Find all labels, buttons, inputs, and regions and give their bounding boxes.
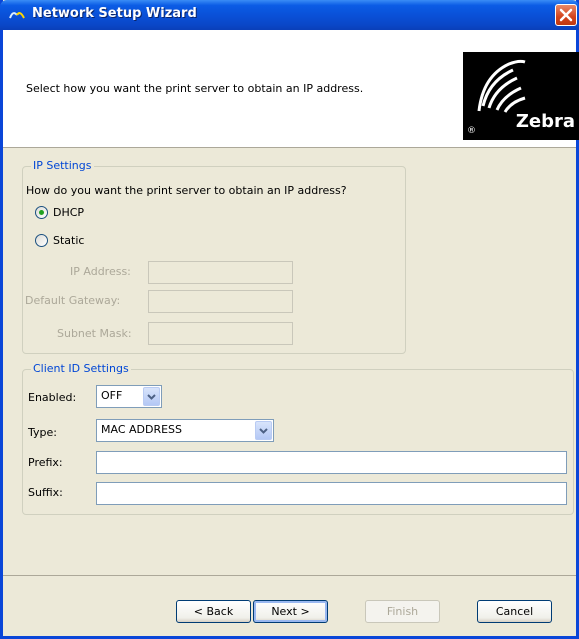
type-value: MAC ADDRESS — [101, 423, 183, 436]
cancel-button[interactable]: Cancel — [477, 600, 552, 623]
registered-mark: ® — [467, 126, 476, 136]
network-icon — [9, 12, 25, 19]
gateway-label: Default Gateway: — [25, 294, 121, 307]
close-button[interactable] — [555, 4, 577, 26]
suffix-label: Suffix: — [28, 486, 63, 499]
enabled-label: Enabled: — [28, 391, 77, 404]
type-label: Type: — [28, 426, 57, 439]
back-button[interactable]: < Back — [176, 600, 251, 623]
subnet-field[interactable] — [148, 322, 293, 345]
header-instruction: Select how you want the print server to … — [26, 82, 364, 95]
dhcp-radio[interactable] — [35, 206, 48, 219]
dhcp-label[interactable]: DHCP — [53, 206, 84, 219]
ip-address-label: IP Address: — [70, 265, 131, 278]
window-title: Network Setup Wizard — [32, 6, 197, 21]
client-id-legend: Client ID Settings — [31, 362, 131, 375]
wizard-window: Network Setup Wizard Select how you want… — [0, 0, 579, 639]
static-radio[interactable] — [35, 234, 48, 247]
type-dropdown-button[interactable] — [255, 421, 272, 440]
zebra-logo: ® Zebra — [463, 52, 579, 140]
footer-divider — [3, 575, 576, 576]
static-label[interactable]: Static — [53, 234, 84, 247]
gateway-field[interactable] — [148, 290, 293, 313]
enabled-select[interactable]: OFF — [96, 385, 162, 408]
ip-settings-legend: IP Settings — [31, 159, 94, 172]
suffix-field[interactable] — [96, 482, 567, 505]
prefix-field[interactable] — [96, 451, 567, 474]
ip-question: How do you want the print server to obta… — [26, 184, 347, 197]
next-button[interactable]: Next > — [253, 600, 328, 623]
logo-text: Zebra — [515, 111, 575, 132]
subnet-label: Subnet Mask: — [57, 327, 132, 340]
chevron-down-icon — [259, 428, 268, 434]
enabled-dropdown-button[interactable] — [143, 387, 160, 406]
radio-selected-dot — [39, 210, 44, 215]
ip-address-field[interactable] — [148, 261, 293, 284]
prefix-label: Prefix: — [28, 456, 63, 469]
title-bar[interactable]: Network Setup Wizard — [0, 0, 579, 30]
close-icon — [559, 8, 573, 22]
finish-button[interactable]: Finish — [365, 600, 440, 623]
wizard-header: Select how you want the print server to … — [3, 30, 579, 148]
chevron-down-icon — [147, 394, 156, 400]
type-select[interactable]: MAC ADDRESS — [96, 419, 274, 442]
zebra-head-icon — [477, 59, 526, 113]
enabled-value: OFF — [101, 389, 123, 402]
